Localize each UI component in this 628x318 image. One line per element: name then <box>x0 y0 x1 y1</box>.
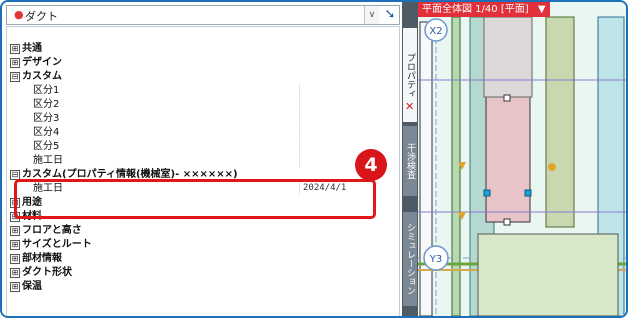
column-divider <box>299 98 300 111</box>
duct[interactable] <box>485 96 531 223</box>
category-label: フロアと高さ <box>22 225 82 236</box>
collapse-icon[interactable]: ⊟ <box>10 72 20 82</box>
expand-icon[interactable]: ⊞ <box>10 282 20 292</box>
chevron-down-icon[interactable]: ∨ <box>364 6 379 24</box>
property-row[interactable]: 区分2 <box>7 98 399 111</box>
property-row[interactable]: 区分1 <box>7 84 399 97</box>
expand-icon[interactable]: ⊞ <box>10 226 20 236</box>
category-row[interactable]: ⊞ 保温 <box>7 280 399 293</box>
property-label: 区分1 <box>33 85 60 96</box>
grid-label-y3: Y3 <box>429 254 442 265</box>
category-row[interactable]: ⊞ ダクト形状 <box>7 266 399 279</box>
category-row[interactable]: ⊞ フロアと高さ <box>7 224 399 237</box>
close-icon[interactable]: ✕ <box>405 100 414 113</box>
expand-icon[interactable]: ⊞ <box>10 268 20 278</box>
category-label: 共通 <box>22 43 42 54</box>
element-type-value: ダクト <box>25 10 58 23</box>
select-arrow-icon[interactable]: ➘ <box>382 7 398 23</box>
view-title-tab[interactable]: 平面全体図 1/40 [平面] ▼ <box>418 2 550 17</box>
drawing-canvas: X2 Y3 <box>418 2 626 316</box>
property-label: 区分5 <box>33 141 60 152</box>
view-title: 平面全体図 1/40 [平面] <box>422 4 529 15</box>
expand-icon[interactable]: ⊞ <box>10 44 20 54</box>
marker-icon <box>548 163 556 171</box>
category-label: デザイン <box>22 57 62 68</box>
category-row[interactable]: ⊞ 部材情報 <box>7 252 399 265</box>
property-row[interactable]: 区分4 <box>7 126 399 139</box>
tab-properties[interactable]: プロパティ ✕ <box>403 28 417 122</box>
grip-handle[interactable] <box>483 189 491 197</box>
category-row[interactable]: ⊟ カスタム <box>7 70 399 83</box>
category-row[interactable]: ⊞ 共通 <box>7 42 399 55</box>
property-label: 区分3 <box>33 113 60 124</box>
grip-handle[interactable] <box>524 189 532 197</box>
element-type-selector[interactable]: ● ダクト ∨ ➘ <box>6 5 400 25</box>
type-color-dot-icon: ● <box>14 8 24 21</box>
category-label: ダクト形状 <box>22 267 72 278</box>
wall <box>419 21 433 316</box>
category-label: サイズとルート <box>22 239 92 250</box>
drawing-view[interactable]: X2 Y3 平面全体図 1/40 [平面] ▼ <box>418 2 626 316</box>
category-row[interactable]: ⊞ サイズとルート <box>7 238 399 251</box>
category-row[interactable]: ⊞ デザイン <box>7 56 399 69</box>
property-list: ⊞ 共通 ⊞ デザイン ⊟ カスタム 区分1 区分2 区分3 区分4 区分5 施工日 ⊟ カスタム(プロパ… <box>6 26 400 316</box>
grip-handle[interactable] <box>503 218 511 226</box>
grid-label-x2: X2 <box>429 26 442 37</box>
view-menu-icon[interactable]: ▼ <box>538 4 546 15</box>
grip-handle[interactable] <box>503 94 511 102</box>
property-panel: ● ダクト ∨ ➘ ⊞ 共通 ⊞ デザイン ⊟ カスタム 区分1 区分2 区分3 区分4 区分5 施工… <box>2 2 401 316</box>
duct-riser <box>483 16 533 98</box>
property-label: 区分2 <box>33 99 60 110</box>
tab-properties-label: プロパティ <box>405 52 415 98</box>
hatched-zone <box>477 233 619 316</box>
expand-icon[interactable]: ⊞ <box>10 254 20 264</box>
callout-badge: 4 <box>355 149 387 181</box>
expand-icon[interactable]: ⊞ <box>10 240 20 250</box>
category-label: 保温 <box>22 281 42 292</box>
property-label: 区分4 <box>33 127 60 138</box>
property-row[interactable]: 区分3 <box>7 112 399 125</box>
category-label: 部材情報 <box>22 253 62 264</box>
column-divider <box>299 154 300 167</box>
wall <box>451 16 461 316</box>
highlight-frame <box>14 179 376 219</box>
property-row[interactable]: 施工日 <box>7 154 399 167</box>
column-divider <box>299 84 300 97</box>
tab-simulation[interactable]: シミュレーション <box>403 212 417 306</box>
app-frame: ● ダクト ∨ ➘ ⊞ 共通 ⊞ デザイン ⊟ カスタム 区分1 区分2 区分3 区分4 区分5 施工… <box>0 0 628 318</box>
expand-icon[interactable]: ⊞ <box>10 58 20 68</box>
column-divider <box>299 126 300 139</box>
vertical-tab-strip: プロパティ ✕ 干渉検査 シミュレーション <box>402 2 418 316</box>
property-label: 施工日 <box>33 155 63 166</box>
column-divider <box>299 140 300 153</box>
column-divider <box>299 112 300 125</box>
tab-interference-check[interactable]: 干渉検査 <box>403 126 417 196</box>
property-row[interactable]: 区分5 <box>7 140 399 153</box>
category-label: カスタム <box>22 71 62 82</box>
column <box>545 16 575 228</box>
